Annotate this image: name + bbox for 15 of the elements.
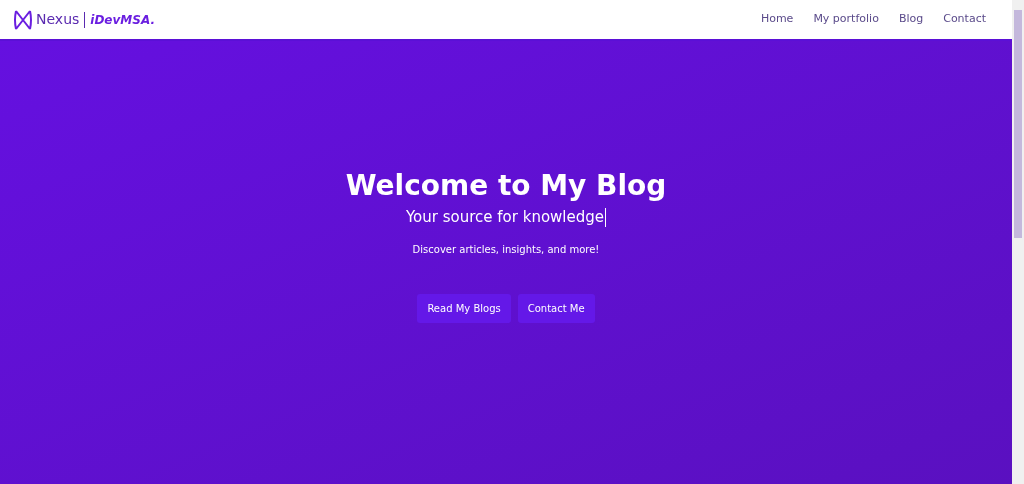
partner-logo: iDevMSA. xyxy=(90,11,155,29)
hero-button[interactable]: Read My Blogs xyxy=(417,293,511,323)
scrollbar[interactable] xyxy=(1012,0,1024,484)
nav-link[interactable]: Blog xyxy=(898,11,924,28)
logo-icon xyxy=(13,8,33,31)
text-cursor-icon xyxy=(605,207,607,227)
hero-subtitle: Your source for knowledge xyxy=(405,207,605,228)
nav-link[interactable]: Home xyxy=(760,11,794,28)
hero-button[interactable]: Contact Me xyxy=(517,293,595,323)
scrollbar-thumb[interactable] xyxy=(1014,10,1022,238)
logo-name: Nexus xyxy=(36,10,80,29)
nav-link[interactable]: Contact xyxy=(943,11,986,28)
hero-description: Discover articles, insights, and more! xyxy=(412,242,600,257)
nav-link[interactable]: My portfolio xyxy=(813,11,879,28)
hero-title: Welcome to My Blog xyxy=(345,168,667,204)
